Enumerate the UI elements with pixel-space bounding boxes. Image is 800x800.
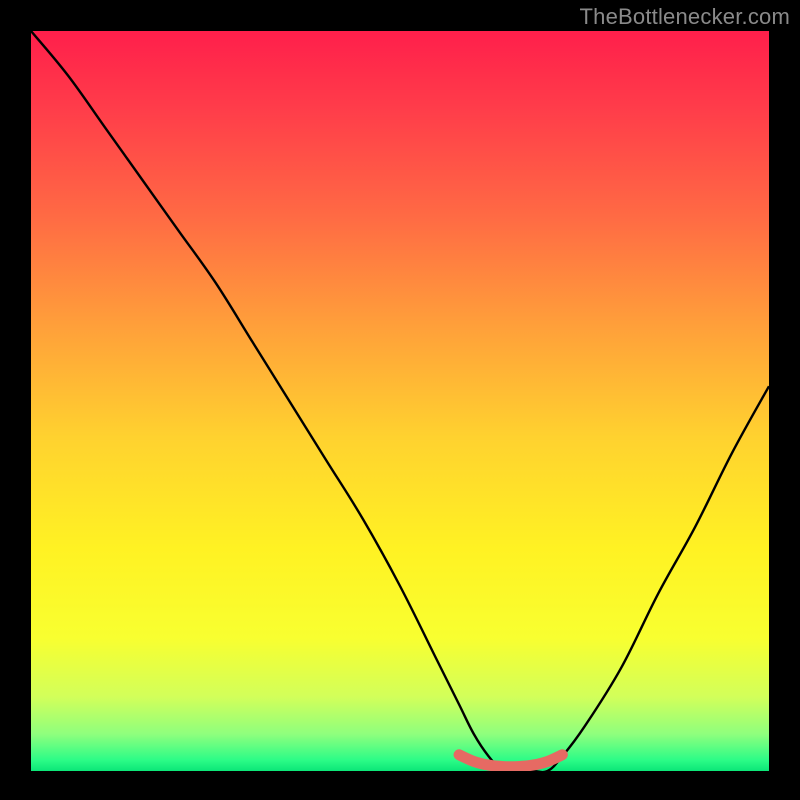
gradient-background xyxy=(31,31,769,771)
attribution-label: TheBottlenecker.com xyxy=(580,4,790,30)
chart-frame: TheBottlenecker.com xyxy=(0,0,800,800)
chart-svg xyxy=(31,31,769,771)
plot-area xyxy=(31,31,769,771)
